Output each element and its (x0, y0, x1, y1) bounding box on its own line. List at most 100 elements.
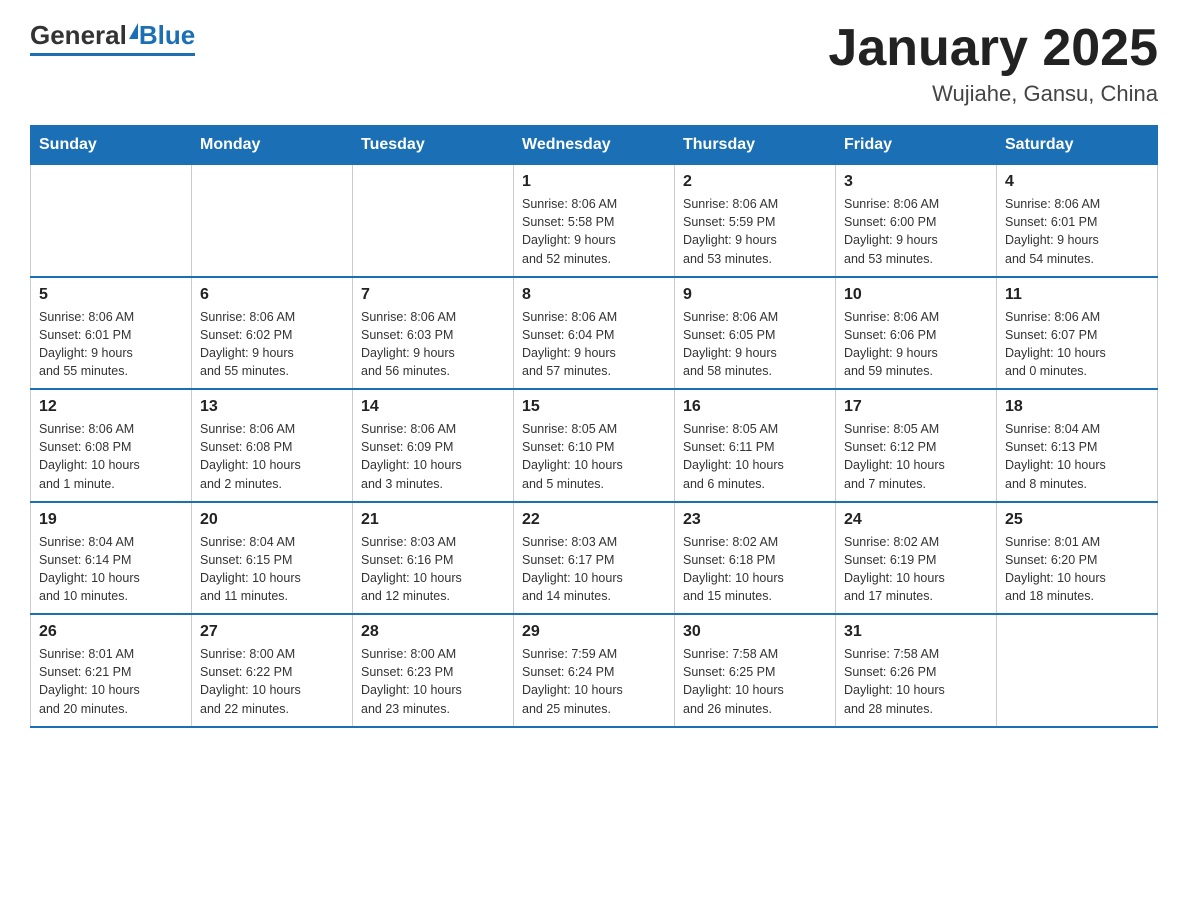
calendar-cell: 11 Sunrise: 8:06 AM Sunset: 6:07 PM Dayli… (997, 277, 1158, 390)
calendar-week-row: 12Sunrise: 8:06 AM Sunset: 6:08 PM Dayli… (31, 389, 1158, 502)
day-info: Sunrise: 8:06 AM Sunset: 6:06 PM Dayligh… (844, 308, 988, 381)
calendar-cell: 15 Sunrise: 8:05 AM Sunset: 6:10 PM Dayli… (514, 389, 675, 502)
day-number: 4 (1005, 173, 1149, 191)
logo-blue-text: Blue (139, 20, 195, 51)
day-number: 13 (200, 398, 344, 416)
day-number: 25 (1005, 511, 1149, 529)
calendar-day-header: Tuesday (353, 126, 514, 165)
calendar-cell: 20 Sunrise: 8:04 AM Sunset: 6:15 PM Dayli… (192, 502, 353, 615)
day-number: 7 (361, 286, 505, 304)
calendar-cell: 16Sunrise: 8:05 AM Sunset: 6:11 PM Dayli… (675, 389, 836, 502)
day-number: 1 (522, 173, 666, 191)
day-number: 14 (361, 398, 505, 416)
day-number: 15 (522, 398, 666, 416)
day-info: Sunrise: 7:58 AM Sunset: 6:26 PM Dayligh… (844, 645, 988, 718)
calendar-cell: 5 Sunrise: 8:06 AM Sunset: 6:01 PM Daylig… (31, 277, 192, 390)
page-header: General Blue January 2025 Wujiahe, Gansu… (30, 20, 1158, 107)
day-info: Sunrise: 8:00 AM Sunset: 6:23 PM Dayligh… (361, 645, 505, 718)
day-info: Sunrise: 8:06 AM Sunset: 5:59 PM Dayligh… (683, 195, 827, 268)
day-number: 30 (683, 623, 827, 641)
calendar-cell: 9 Sunrise: 8:06 AM Sunset: 6:05 PM Daylig… (675, 277, 836, 390)
day-info: Sunrise: 8:06 AM Sunset: 6:09 PM Dayligh… (361, 420, 505, 493)
day-info: Sunrise: 8:01 AM Sunset: 6:20 PM Dayligh… (1005, 533, 1149, 606)
calendar-cell: 22 Sunrise: 8:03 AM Sunset: 6:17 PM Dayli… (514, 502, 675, 615)
calendar-cell: 3 Sunrise: 8:06 AM Sunset: 6:00 PM Daylig… (836, 165, 997, 277)
calendar-day-header: Saturday (997, 126, 1158, 165)
day-info: Sunrise: 8:03 AM Sunset: 6:17 PM Dayligh… (522, 533, 666, 606)
day-number: 2 (683, 173, 827, 191)
title-block: January 2025 Wujiahe, Gansu, China (828, 20, 1158, 107)
calendar-cell: 17Sunrise: 8:05 AM Sunset: 6:12 PM Dayli… (836, 389, 997, 502)
day-info: Sunrise: 8:00 AM Sunset: 6:22 PM Dayligh… (200, 645, 344, 718)
day-info: Sunrise: 8:06 AM Sunset: 6:01 PM Dayligh… (39, 308, 183, 381)
day-number: 11 (1005, 286, 1149, 304)
calendar-cell: 27 Sunrise: 8:00 AM Sunset: 6:22 PM Dayli… (192, 614, 353, 727)
day-info: Sunrise: 8:06 AM Sunset: 6:04 PM Dayligh… (522, 308, 666, 381)
calendar-cell: 25 Sunrise: 8:01 AM Sunset: 6:20 PM Dayli… (997, 502, 1158, 615)
day-number: 31 (844, 623, 988, 641)
calendar-cell: 1 Sunrise: 8:06 AM Sunset: 5:58 PM Daylig… (514, 165, 675, 277)
calendar-day-header: Wednesday (514, 126, 675, 165)
calendar-cell: 21 Sunrise: 8:03 AM Sunset: 6:16 PM Dayli… (353, 502, 514, 615)
day-info: Sunrise: 8:06 AM Sunset: 6:01 PM Dayligh… (1005, 195, 1149, 268)
calendar-cell: 28 Sunrise: 8:00 AM Sunset: 6:23 PM Dayli… (353, 614, 514, 727)
calendar-table: SundayMondayTuesdayWednesdayThursdayFrid… (30, 125, 1158, 728)
day-number: 24 (844, 511, 988, 529)
day-number: 18 (1005, 398, 1149, 416)
day-info: Sunrise: 8:06 AM Sunset: 6:07 PM Dayligh… (1005, 308, 1149, 381)
calendar-cell: 12Sunrise: 8:06 AM Sunset: 6:08 PM Dayli… (31, 389, 192, 502)
calendar-day-header: Friday (836, 126, 997, 165)
calendar-cell: 6 Sunrise: 8:06 AM Sunset: 6:02 PM Daylig… (192, 277, 353, 390)
day-info: Sunrise: 8:02 AM Sunset: 6:19 PM Dayligh… (844, 533, 988, 606)
calendar-cell: 23Sunrise: 8:02 AM Sunset: 6:18 PM Dayli… (675, 502, 836, 615)
calendar-cell: 4 Sunrise: 8:06 AM Sunset: 6:01 PM Daylig… (997, 165, 1158, 277)
day-number: 29 (522, 623, 666, 641)
calendar-cell (353, 165, 514, 277)
day-info: Sunrise: 8:06 AM Sunset: 6:00 PM Dayligh… (844, 195, 988, 268)
logo: General Blue (30, 20, 195, 56)
day-number: 27 (200, 623, 344, 641)
day-info: Sunrise: 8:06 AM Sunset: 5:58 PM Dayligh… (522, 195, 666, 268)
calendar-day-header: Monday (192, 126, 353, 165)
day-info: Sunrise: 8:04 AM Sunset: 6:15 PM Dayligh… (200, 533, 344, 606)
day-info: Sunrise: 8:06 AM Sunset: 6:05 PM Dayligh… (683, 308, 827, 381)
day-info: Sunrise: 8:05 AM Sunset: 6:11 PM Dayligh… (683, 420, 827, 493)
calendar-cell (31, 165, 192, 277)
day-info: Sunrise: 8:04 AM Sunset: 6:14 PM Dayligh… (39, 533, 183, 606)
day-number: 28 (361, 623, 505, 641)
day-info: Sunrise: 8:03 AM Sunset: 6:16 PM Dayligh… (361, 533, 505, 606)
day-info: Sunrise: 8:02 AM Sunset: 6:18 PM Dayligh… (683, 533, 827, 606)
day-info: Sunrise: 8:06 AM Sunset: 6:02 PM Dayligh… (200, 308, 344, 381)
day-number: 5 (39, 286, 183, 304)
calendar-day-header: Thursday (675, 126, 836, 165)
day-number: 19 (39, 511, 183, 529)
day-number: 6 (200, 286, 344, 304)
calendar-cell: 2 Sunrise: 8:06 AM Sunset: 5:59 PM Daylig… (675, 165, 836, 277)
day-info: Sunrise: 8:06 AM Sunset: 6:08 PM Dayligh… (39, 420, 183, 493)
day-info: Sunrise: 7:58 AM Sunset: 6:25 PM Dayligh… (683, 645, 827, 718)
calendar-cell: 13 Sunrise: 8:06 AM Sunset: 6:08 PM Dayli… (192, 389, 353, 502)
day-number: 3 (844, 173, 988, 191)
calendar-cell: 30 Sunrise: 7:58 AM Sunset: 6:25 PM Dayli… (675, 614, 836, 727)
logo-general-text: General (30, 20, 127, 51)
calendar-cell: 8 Sunrise: 8:06 AM Sunset: 6:04 PM Daylig… (514, 277, 675, 390)
calendar-cell: 31 Sunrise: 7:58 AM Sunset: 6:26 PM Dayli… (836, 614, 997, 727)
day-number: 9 (683, 286, 827, 304)
day-number: 8 (522, 286, 666, 304)
day-number: 10 (844, 286, 988, 304)
day-number: 17 (844, 398, 988, 416)
day-info: Sunrise: 8:01 AM Sunset: 6:21 PM Dayligh… (39, 645, 183, 718)
day-number: 20 (200, 511, 344, 529)
calendar-week-row: 5 Sunrise: 8:06 AM Sunset: 6:01 PM Daylig… (31, 277, 1158, 390)
day-info: Sunrise: 8:06 AM Sunset: 6:08 PM Dayligh… (200, 420, 344, 493)
day-info: Sunrise: 8:05 AM Sunset: 6:10 PM Dayligh… (522, 420, 666, 493)
calendar-cell: 14 Sunrise: 8:06 AM Sunset: 6:09 PM Dayli… (353, 389, 514, 502)
day-number: 22 (522, 511, 666, 529)
calendar-week-row: 19 Sunrise: 8:04 AM Sunset: 6:14 PM Dayli… (31, 502, 1158, 615)
calendar-cell: 24 Sunrise: 8:02 AM Sunset: 6:19 PM Dayli… (836, 502, 997, 615)
calendar-day-header: Sunday (31, 126, 192, 165)
day-number: 21 (361, 511, 505, 529)
page-title: January 2025 (828, 20, 1158, 77)
calendar-cell (192, 165, 353, 277)
calendar-cell: 18Sunrise: 8:04 AM Sunset: 6:13 PM Dayli… (997, 389, 1158, 502)
